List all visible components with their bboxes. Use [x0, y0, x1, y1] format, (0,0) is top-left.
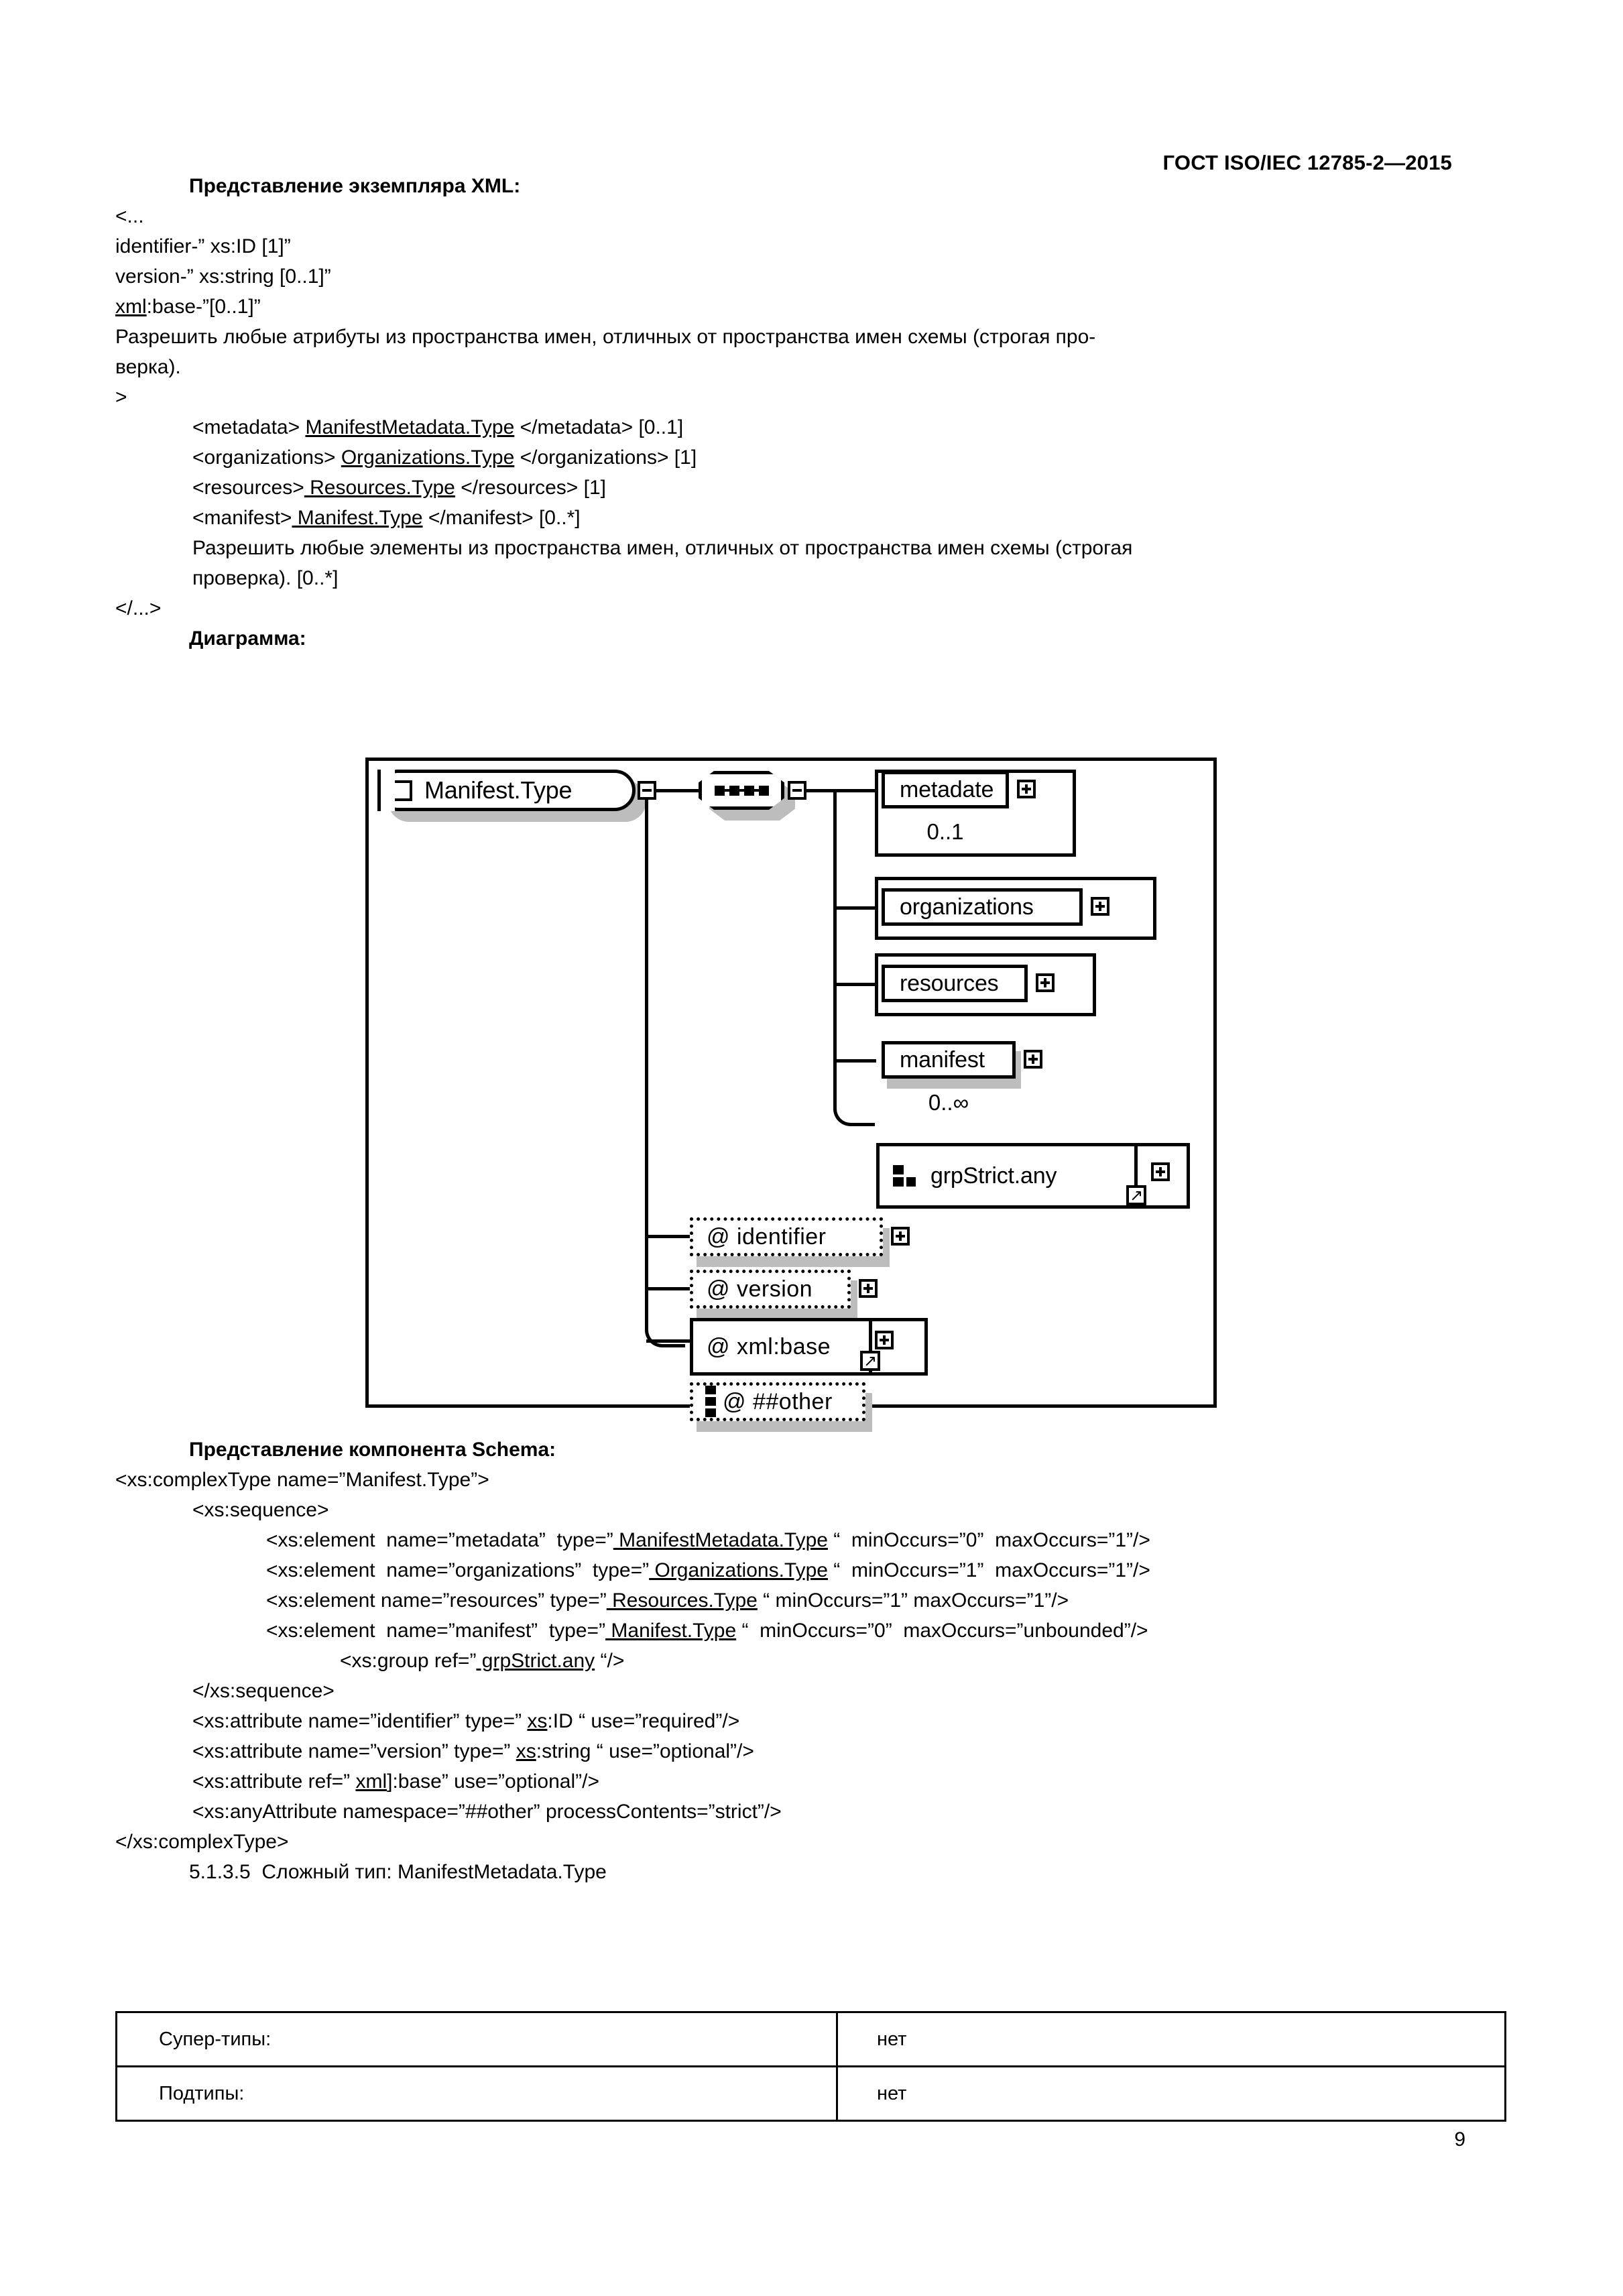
attribute-node-any-other[interactable]: @ ##other [690, 1382, 865, 1421]
schema-line-10: <xs:attribute ref=” xml]:base” use=”opti… [192, 1770, 599, 1793]
type-summary-table: Супер-типы: нет Подтипы: нет [115, 2011, 1506, 2122]
xml-instance-line-6: > [115, 386, 127, 408]
xml-instance-line-1: identifier-” xs:ID [1]” [115, 235, 291, 257]
root-type-label: Manifest.Type [424, 776, 573, 804]
page-number: 9 [1454, 2128, 1465, 2151]
group-icon [893, 1165, 916, 1187]
manifest-occurrence-label: 0..∞ [928, 1090, 969, 1115]
xml-instance-element-0: <metadata> ManifestMetadata.Type </metad… [192, 416, 684, 438]
connector-to-identifier [646, 1235, 690, 1238]
xml-instance-line-5: верка). [115, 356, 181, 378]
element-node-resources[interactable]: resources [882, 965, 1028, 1002]
xml-instance-element-note-1: Разрешить любые элементы из пространства… [192, 537, 1133, 559]
identifier-expand-toggle-icon[interactable] [891, 1227, 910, 1246]
schema-subsection-heading: 5.1.3.5 Сложный тип: ManifestMetadata.Ty… [189, 1861, 607, 1883]
element-label-organizations: organizations [900, 894, 1034, 920]
root-type-node[interactable]: Manifest.Type [377, 770, 636, 811]
xml-base-tail: :base-”[0..1]” [146, 296, 261, 318]
schema-line-11: <xs:anyAttribute namespace=”##other” pro… [192, 1801, 782, 1823]
schema-line-7: </xs:sequence> [192, 1680, 335, 1702]
table-cell-subtypes-value: нет [836, 2065, 1506, 2122]
attribute-label-identifier: @ identifier [707, 1223, 827, 1250]
element-label-manifest: manifest [900, 1046, 985, 1073]
metadate-occurrence-label: 0..1 [926, 819, 964, 844]
element-node-organizations[interactable]: organizations [882, 888, 1083, 926]
xml-instance-line-0: <... [115, 205, 144, 227]
table-row: Подтипы: нет [115, 2065, 1506, 2122]
attribute-label-any-other: @ ##other [723, 1388, 833, 1414]
root-collapse-toggle-icon[interactable] [638, 781, 656, 800]
metadate-expand-toggle-icon[interactable] [1017, 780, 1036, 798]
connector-to-organizations [835, 906, 876, 910]
group-ref-label: grpStrict.any [930, 1162, 1057, 1189]
manifest-expand-toggle-icon[interactable] [1024, 1050, 1042, 1069]
xml-instance-line-2: version-” xs:string [0..1]” [115, 265, 331, 288]
schema-line-6: <xs:group ref=” grpStrict.any “/> [340, 1650, 625, 1672]
connector-root-to-sequence [656, 789, 700, 792]
organizations-expand-toggle-icon[interactable] [1091, 897, 1109, 916]
attribute-node-xml-base[interactable]: @ xml:base [690, 1318, 872, 1376]
element-node-metadate[interactable]: metadate [882, 771, 1009, 808]
any-attribute-icon [705, 1386, 716, 1418]
xml-instance-element-note-2: проверка). [0..*] [192, 567, 339, 589]
xmlbase-expand-toggle-icon[interactable] [875, 1331, 894, 1349]
table-row: Супер-типы: нет [115, 2011, 1506, 2067]
xml-instance-closing: </...> [115, 597, 162, 619]
connector-to-resources [835, 983, 876, 986]
attribute-label-xml-base: @ xml:base [707, 1333, 831, 1360]
table-cell-supertypes-value: нет [836, 2011, 1506, 2067]
connector-sequence-to-elements [806, 789, 837, 792]
xml-instance-element-2: <resources> Resources.Type </resources> … [192, 477, 606, 499]
connector-to-version [646, 1287, 690, 1290]
schema-line-5: <xs:element name=”manifest” type=” Manif… [266, 1620, 1148, 1642]
table-cell-subtypes-label: Подтипы: [115, 2065, 838, 2122]
schema-line-0: <xs:complexType name=”Manifest.Type”> [115, 1469, 489, 1491]
resources-expand-toggle-icon[interactable] [1036, 973, 1055, 992]
connector-to-metadate [835, 789, 876, 792]
xml-instance-heading: Представление экземпляра XML: [189, 175, 521, 197]
xml-instance-line-4: Разрешить любые атрибуты из пространства… [115, 326, 1096, 348]
connector-to-manifest [835, 1059, 876, 1063]
grpstrict-reference-arrow-icon: ↗ [1126, 1185, 1146, 1205]
element-label-metadate: metadate [900, 776, 994, 802]
connector-element-spine [833, 790, 837, 1105]
table-cell-supertypes-label: Супер-типы: [115, 2011, 838, 2067]
schema-line-4: <xs:element name=”resources” type=” Reso… [266, 1589, 1069, 1612]
schema-line-1: <xs:sequence> [192, 1499, 329, 1521]
attribute-node-identifier[interactable]: @ identifier [690, 1217, 883, 1256]
version-expand-toggle-icon[interactable] [859, 1279, 878, 1298]
xml-instance-line-3: xml:base-”[0..1]” [115, 296, 261, 318]
diagram-heading: Диаграмма: [189, 627, 306, 650]
connector-attribute-spine [645, 790, 648, 1327]
element-node-manifest[interactable]: manifest [882, 1041, 1016, 1079]
schema-component-section: Представление компонента Schema: <xs:com… [115, 1435, 1510, 1887]
schema-line-2: <xs:element name=”metadata” type=” Manif… [266, 1529, 1150, 1551]
element-label-resources: resources [900, 970, 999, 996]
xsd-diagram: Manifest.Type metadate 0..1 organization… [365, 758, 1217, 1432]
sequence-dots [714, 785, 769, 796]
sequence-icon [699, 771, 784, 810]
schema-line-9: <xs:attribute name=”version” type=” xs:s… [192, 1740, 754, 1762]
attribute-label-version: @ version [707, 1276, 813, 1302]
xmlbase-reference-arrow-icon: ↗ [860, 1351, 880, 1371]
grpstrict-expand-toggle-icon[interactable] [1151, 1162, 1170, 1181]
sequence-collapse-toggle-icon[interactable] [788, 781, 806, 800]
xml-instance-element-3: <manifest> Manifest.Type </manifest> [0.… [192, 507, 581, 529]
schema-component-heading: Представление компонента Schema: [189, 1439, 556, 1461]
xml-instance-element-1: <organizations> Organizations.Type </org… [192, 446, 697, 469]
schema-line-8: <xs:attribute name=”identifier” type=” x… [192, 1710, 740, 1732]
attribute-node-version[interactable]: @ version [690, 1270, 851, 1309]
schema-line-3: <xs:element name=”organizations” type=” … [266, 1559, 1150, 1581]
schema-line-12: </xs:complexType> [115, 1831, 289, 1853]
group-ref-node-grpstrict-any[interactable]: grpStrict.any [876, 1143, 1138, 1209]
xml-instance-section: Представление экземпляра XML: <... ident… [115, 171, 1510, 654]
connector-element-spine-elbow [833, 1086, 875, 1126]
connector-to-xmlbase [646, 1339, 690, 1343]
document-page: ГОСТ ISO/IEC 12785-2—2015 Представление … [0, 0, 1623, 2296]
root-type-left-notch [377, 770, 395, 811]
